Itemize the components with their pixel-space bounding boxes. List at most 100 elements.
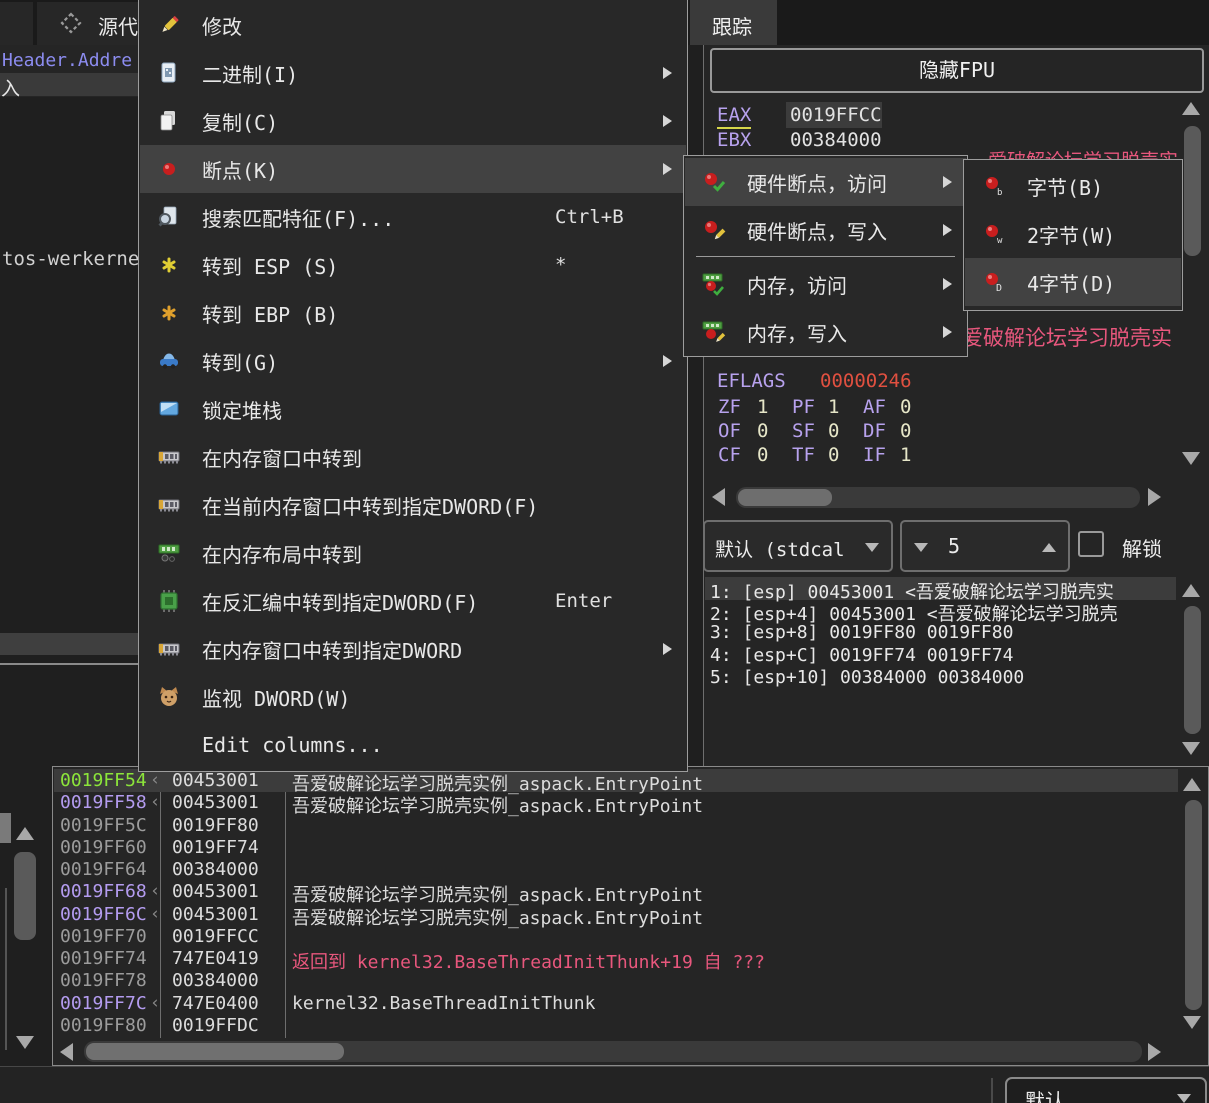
menu-item-main-9[interactable]: 在内存窗口中转到	[140, 433, 686, 481]
tab-source[interactable]: 源代	[37, 2, 138, 45]
registers-scroll-up-icon[interactable]	[1182, 102, 1200, 115]
register-name-ebx[interactable]: EBX	[717, 129, 751, 151]
stack-row[interactable]: 0019FF6400384000	[0, 859, 1209, 881]
flag-value-SF[interactable]: 0	[828, 420, 839, 442]
stack-row[interactable]: 0019FF58‹00453001吾爱破解论坛学习脱壳实例_aspack.Ent…	[0, 792, 1209, 814]
arg-count-value[interactable]: 5	[948, 534, 960, 558]
flag-name-SF[interactable]: SF	[792, 420, 815, 442]
registers-scroll-left-icon[interactable]	[712, 488, 725, 506]
args-row[interactable]: 3: [esp+8] 0019FF80 0019FF80	[710, 622, 1013, 643]
spinner-up-icon[interactable]	[1042, 543, 1056, 552]
stack-row[interactable]: 0019FF7800384000	[0, 970, 1209, 992]
flag-value-PF[interactable]: 1	[828, 396, 839, 418]
stack-row[interactable]: 0019FF5C0019FF80	[0, 815, 1209, 837]
menu-item-main-6[interactable]: 转到 EBP (B)	[140, 289, 686, 337]
bp-word-icon: w	[979, 221, 1009, 247]
spinner-down-icon[interactable]	[914, 543, 928, 552]
menu-item-main-14[interactable]: 监视 DWORD(W)	[140, 673, 686, 721]
stack-comment: kernel32.BaseThreadInitThunk	[292, 993, 595, 1014]
eflags-label[interactable]: EFLAGS	[717, 370, 786, 392]
calling-convention-dropdown[interactable]: 默认 (stdcal	[703, 520, 893, 572]
arg-count-spinner[interactable]: 5	[900, 520, 1070, 572]
stack-row[interactable]: 0019FF600019FF74	[0, 837, 1209, 859]
menu-item-bp-0[interactable]: 硬件断点，访问	[685, 158, 966, 206]
menu-item-shortcut: *	[555, 254, 566, 276]
stack-scrollbar-thumb[interactable]	[1185, 800, 1202, 1010]
membp-access-icon	[699, 271, 729, 297]
flag-value-OF[interactable]: 0	[757, 420, 768, 442]
stack-scroll-right-icon[interactable]	[1148, 1043, 1161, 1061]
flag-name-IF[interactable]: IF	[863, 444, 886, 466]
register-name-eax[interactable]: EAX	[717, 104, 751, 129]
stack-scroll-left-icon[interactable]	[60, 1043, 73, 1061]
hwbp-access-icon	[699, 169, 729, 195]
stack-row[interactable]: 0019FF700019FFCC	[0, 926, 1209, 948]
args-scroll-down-icon[interactable]	[1182, 742, 1200, 755]
stack-row[interactable]: 0019FF800019FFDC	[0, 1015, 1209, 1037]
hide-fpu-button[interactable]: 隐藏FPU	[710, 48, 1204, 93]
stack-hscrollbar-thumb[interactable]	[86, 1043, 344, 1060]
register-annotation-bottom: 爱破解论坛学习脱壳实	[962, 322, 1172, 352]
register-value-eax[interactable]: 0019FFCC	[790, 104, 882, 126]
flag-value-TF[interactable]: 0	[828, 444, 839, 466]
stack-row[interactable]: 0019FF68‹00453001吾爱破解论坛学习脱壳实例_aspack.Ent…	[0, 881, 1209, 903]
stack-scroll-down-icon[interactable]	[1183, 1016, 1201, 1029]
stack-row[interactable]: 0019FF7C‹747E0400kernel32.BaseThreadInit…	[0, 993, 1209, 1015]
status-dropdown[interactable]: 默认	[1005, 1077, 1207, 1103]
stack-row[interactable]: 0019FF54‹00453001吾爱破解论坛学习脱壳实例_aspack.Ent…	[0, 770, 1209, 792]
menu-item-main-13[interactable]: 在内存窗口中转到指定DWORD	[140, 625, 686, 673]
menu-item-main-15[interactable]: Edit columns...	[140, 721, 686, 769]
args-scroll-up-icon[interactable]	[1182, 584, 1200, 597]
registers-scroll-down-icon[interactable]	[1182, 452, 1200, 465]
flag-name-PF[interactable]: PF	[792, 396, 815, 418]
args-row[interactable]: 4: [esp+C] 0019FF74 0019FF74	[710, 645, 1013, 666]
menu-item-main-12[interactable]: 在反汇编中转到指定DWORD(F)Enter	[140, 577, 686, 625]
menu-item-main-0[interactable]: 修改	[140, 1, 686, 49]
menu-item-main-3[interactable]: 断点(K)	[140, 145, 686, 193]
menu-item-main-8[interactable]: 锁定堆栈	[140, 385, 686, 433]
eflags-value[interactable]: 00000246	[820, 370, 912, 392]
flag-name-OF[interactable]: OF	[718, 420, 741, 442]
menu-item-bp-1[interactable]: 硬件断点，写入	[685, 206, 966, 254]
registers-scroll-right-icon[interactable]	[1148, 488, 1161, 506]
flag-value-AF[interactable]: 0	[900, 396, 911, 418]
menu-item-main-4[interactable]: 搜索匹配特征(F)...Ctrl+B	[140, 193, 686, 241]
menu-item-main-7[interactable]: 转到(G)	[140, 337, 686, 385]
menu-item-main-2[interactable]: 复制(C)	[140, 97, 686, 145]
submenu-arrow-icon	[943, 176, 952, 188]
args-scrollbar-thumb[interactable]	[1184, 606, 1201, 734]
unlock-checkbox[interactable]	[1078, 531, 1104, 557]
menu-item-bp-3[interactable]: 内存，写入	[685, 308, 966, 356]
stack-value: 0019FFCC	[172, 926, 259, 947]
registers-scrollbar-thumb[interactable]	[1184, 126, 1201, 256]
register-value-ebx[interactable]: 00384000	[790, 129, 882, 151]
stack-row[interactable]: 0019FF74747E0419返回到 kernel32.BaseThreadI…	[0, 948, 1209, 970]
flag-name-TF[interactable]: TF	[792, 444, 815, 466]
flag-value-IF[interactable]: 1	[900, 444, 911, 466]
menu-item-size-0[interactable]: b字节(B)	[965, 162, 1181, 210]
flag-name-ZF[interactable]: ZF	[718, 396, 741, 418]
flag-name-CF[interactable]: CF	[718, 444, 741, 466]
registers-hscrollbar-thumb[interactable]	[738, 489, 832, 506]
menu-item-main-10[interactable]: 在当前内存窗口中转到指定DWORD(F)	[140, 481, 686, 529]
flag-value-DF[interactable]: 0	[900, 420, 911, 442]
menu-item-size-1[interactable]: w2字节(W)	[965, 210, 1181, 258]
flag-value-CF[interactable]: 0	[757, 444, 768, 466]
menu-item-main-1[interactable]: 二进制(I)	[140, 49, 686, 97]
menu-item-size-2[interactable]: D4字节(D)	[965, 258, 1181, 306]
menu-item-label: 断点(K)	[202, 155, 278, 184]
flag-value-ZF[interactable]: 1	[757, 396, 768, 418]
args-row[interactable]: 5: [esp+10] 00384000 00384000	[710, 667, 1024, 688]
menu-item-label: 硬件断点，访问	[747, 168, 887, 197]
menu-item-main-11[interactable]: 在内存布局中转到	[140, 529, 686, 577]
stack-scroll-up-icon[interactable]	[1183, 778, 1201, 791]
tab-trace[interactable]: 跟踪	[690, 0, 777, 45]
stack-row[interactable]: 0019FF6C‹00453001吾爱破解论坛学习脱壳实例_aspack.Ent…	[0, 904, 1209, 926]
menu-item-label: 4字节(D)	[1027, 268, 1115, 297]
menu-item-main-5[interactable]: 转到 ESP (S)*	[140, 241, 686, 289]
left-scroll-down-icon[interactable]	[16, 1036, 34, 1049]
flag-name-AF[interactable]: AF	[863, 396, 886, 418]
flag-name-DF[interactable]: DF	[863, 420, 886, 442]
tab-leftmost[interactable]	[0, 2, 33, 45]
menu-item-bp-2[interactable]: 内存，访问	[685, 260, 966, 308]
